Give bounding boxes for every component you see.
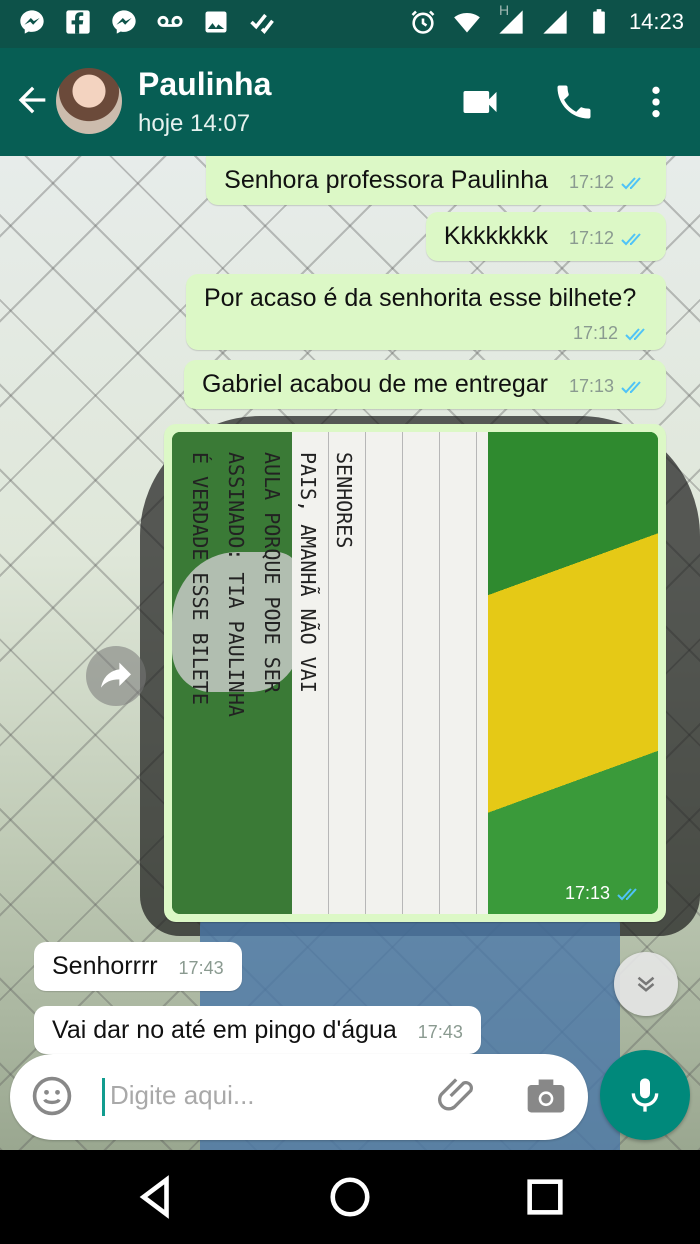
back-arrow-icon[interactable] [12, 80, 52, 120]
clock: 14:23 [628, 9, 684, 34]
message-input[interactable]: Digite aqui... [110, 1080, 255, 1111]
message-composer[interactable]: Digite aqui... [10, 1054, 588, 1140]
notification-icons [18, 8, 276, 36]
message-time: 17:43 [178, 958, 224, 978]
read-ticks-icon [617, 887, 637, 900]
message-time: 17:43 [417, 1022, 463, 1042]
system-indicators: H 14:23 [409, 2, 684, 36]
message-meta: 17:12 [569, 172, 648, 193]
contact-name[interactable]: Paulinha [138, 66, 271, 103]
message-time: 17:13 [564, 883, 610, 903]
text-caret [102, 1078, 105, 1116]
message-meta: 17:13 [569, 376, 648, 397]
message-meta: 17:12 [573, 323, 652, 344]
wifi-icon [454, 12, 480, 33]
read-ticks-icon [621, 380, 641, 393]
message-meta: 17:12 [569, 228, 648, 249]
note-text: SENHORES PAIS, AMANHÃ NÃO VAI AULA PORQU… [188, 452, 356, 717]
message-time: 17:13 [568, 376, 614, 396]
message-bubble-outgoing[interactable]: Gabriel acabou de me entregar 17:13 [183, 360, 666, 409]
scroll-to-bottom-button[interactable] [614, 952, 678, 1016]
h-signal-icon: H [497, 2, 525, 36]
read-ticks-icon [621, 176, 641, 189]
message-bubble-incoming[interactable]: Vai dar no até em pingo d'água 17:43 [34, 1006, 481, 1054]
message-time: 17:12 [568, 172, 614, 192]
nav-back-icon[interactable] [132, 1174, 178, 1220]
photo-attachment[interactable]: SENHORES PAIS, AMANHÃ NÃO VAI AULA PORQU… [172, 432, 658, 914]
double-chevron-down-icon [637, 976, 655, 992]
message-time: 17:12 [572, 323, 618, 343]
alarm-icon [411, 10, 435, 34]
message-text: Kkkkkkkk [443, 222, 548, 250]
attachment-icon[interactable] [436, 1074, 480, 1118]
chat-area[interactable]: Senhora professora Paulinha 17:12 Kkkkkk… [0, 156, 700, 1150]
battery-icon [593, 9, 605, 34]
signal-icon [543, 10, 567, 34]
message-text: Gabriel acabou de me entregar [201, 370, 548, 398]
camera-icon[interactable] [524, 1074, 568, 1118]
message-time: 17:12 [568, 228, 614, 248]
message-bubble-outgoing[interactable]: Senhora professora Paulinha 17:12 [206, 156, 666, 205]
nav-recents-icon[interactable] [522, 1174, 568, 1220]
messenger-icon [20, 10, 44, 34]
checklist-icon [250, 13, 274, 34]
android-navigation-bar [0, 1150, 700, 1244]
facebook-icon [66, 10, 90, 34]
message-meta: 17:43 [418, 1022, 463, 1043]
chat-header: Paulinha hoje 14:07 [0, 48, 700, 156]
phone-call-icon[interactable] [552, 80, 596, 124]
nav-home-icon[interactable] [327, 1174, 373, 1220]
avatar[interactable] [56, 68, 122, 134]
emoji-icon[interactable] [30, 1074, 74, 1118]
forward-icon [101, 662, 131, 688]
message-text: Senhorrrr [52, 952, 158, 980]
forward-button[interactable] [86, 646, 146, 706]
status-bar: H 14:23 [0, 0, 700, 48]
message-text: Por acaso é da senhorita esse bilhete? [204, 284, 637, 312]
message-bubble-incoming[interactable]: Senhorrrr 17:43 [34, 942, 242, 991]
message-meta: 17:43 [179, 958, 224, 979]
message-bubble-outgoing[interactable]: Kkkkkkkk 17:12 [425, 212, 666, 261]
image-meta: 17:13 [565, 883, 644, 904]
voicemail-icon [157, 15, 183, 27]
read-ticks-icon [621, 232, 641, 245]
image-message[interactable]: SENHORES PAIS, AMANHÃ NÃO VAI AULA PORQU… [164, 424, 666, 922]
read-ticks-icon [625, 327, 645, 340]
message-text: Vai dar no até em pingo d'água [52, 1016, 397, 1044]
microphone-icon [631, 1078, 659, 1112]
last-seen: hoje 14:07 [138, 110, 251, 137]
image-icon [205, 11, 227, 33]
messenger-icon [112, 10, 136, 34]
voice-message-button[interactable] [600, 1050, 690, 1140]
video-call-icon[interactable] [458, 80, 502, 124]
message-bubble-outgoing[interactable]: Por acaso é da senhorita esse bilhete? 1… [186, 274, 666, 350]
network-letter: H [498, 2, 510, 18]
message-text: Senhora professora Paulinha [224, 166, 548, 194]
more-options-icon[interactable] [636, 80, 676, 124]
